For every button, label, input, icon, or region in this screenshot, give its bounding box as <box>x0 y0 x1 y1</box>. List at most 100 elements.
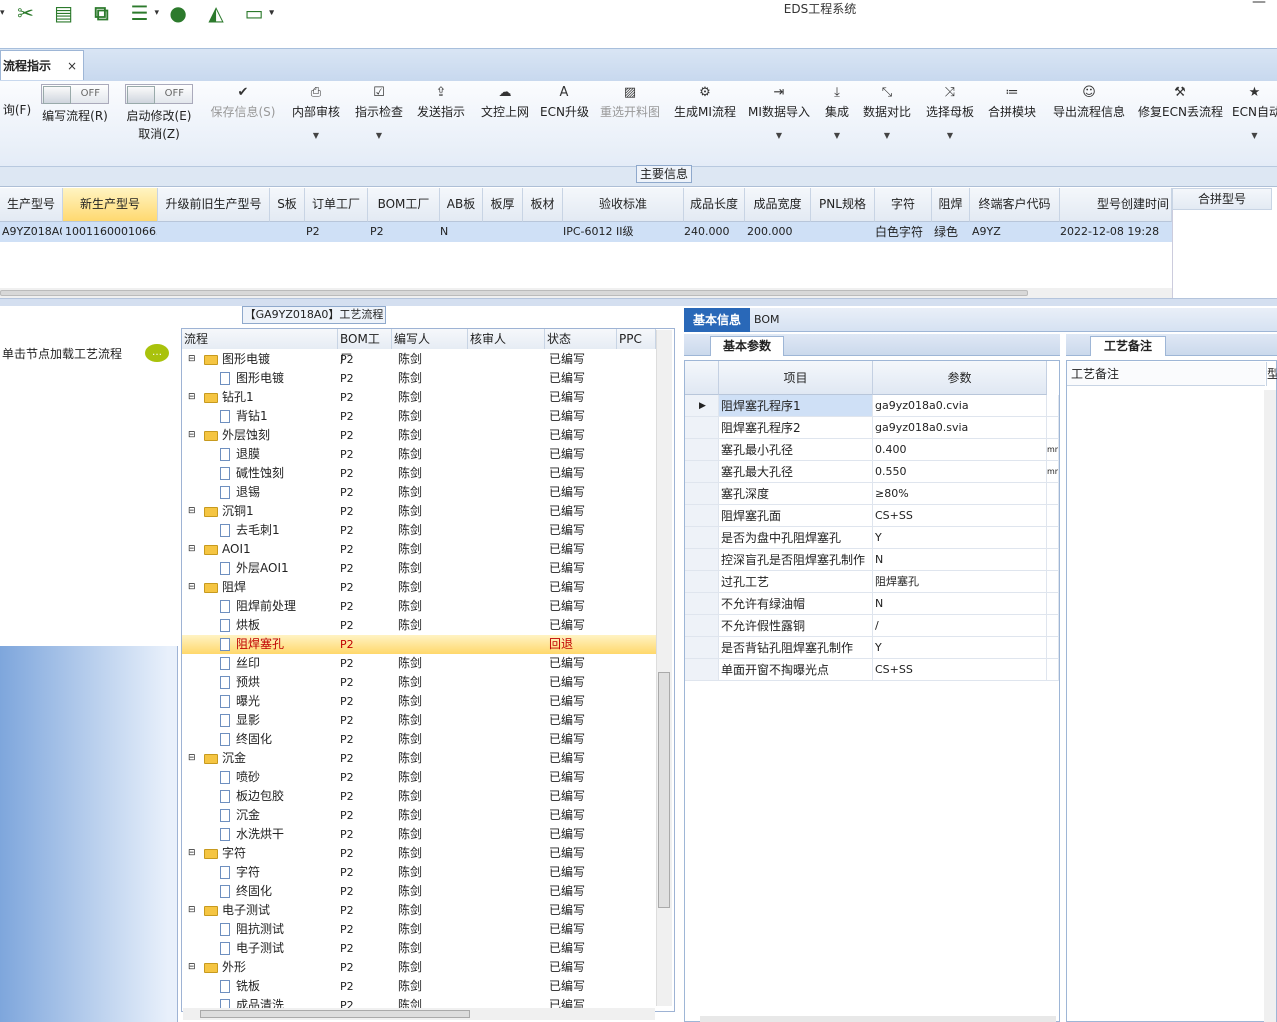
col-header[interactable]: BOM工厂 <box>368 188 440 222</box>
qat-dropdown-icon[interactable]: ▾ <box>0 8 5 18</box>
edit-flow-control[interactable]: OFF 编写流程(R) <box>40 81 110 161</box>
col-header[interactable]: 新生产型号 <box>63 188 158 222</box>
tab-bom[interactable]: BOM <box>754 308 784 332</box>
chart-icon[interactable]: ◭ <box>203 1 229 25</box>
col-header[interactable]: 终端客户代码 <box>970 188 1060 222</box>
user-icon[interactable]: ● <box>165 1 191 25</box>
tree-row[interactable]: 终固化 P2 陈剑 已编写 <box>182 730 656 749</box>
col-header[interactable]: 参数 <box>873 361 1047 395</box>
col-header[interactable]: 阻焊 <box>932 188 970 222</box>
tree-row[interactable]: 阻焊塞孔 P2 回退 <box>182 635 656 654</box>
tree-row[interactable]: 丝印 P2 陈剑 已编写 <box>182 654 656 673</box>
tree-row[interactable]: 烘板 P2 陈剑 已编写 <box>182 616 656 635</box>
param-row[interactable]: 不允许假性露铜 / <box>685 615 1059 637</box>
tree-row[interactable]: 钻孔1 P2 陈剑 已编写 ⊟ <box>182 388 656 407</box>
col-header[interactable]: 成品宽度 <box>745 188 811 222</box>
param-value[interactable]: CS+SS <box>875 509 913 522</box>
collapse-icon[interactable]: ⊟ <box>188 958 202 977</box>
col-header[interactable]: S板 <box>270 188 305 222</box>
tree-row[interactable]: 外层蚀刻 P2 陈剑 已编写 ⊟ <box>182 426 656 445</box>
tree-row[interactable]: 曝光 P2 陈剑 已编写 <box>182 692 656 711</box>
select-master-button[interactable]: ⤨ 选择母板 ▼ <box>924 81 976 161</box>
collapse-icon[interactable]: ⊟ <box>188 901 202 920</box>
tree-row[interactable]: 显影 P2 陈剑 已编写 <box>182 711 656 730</box>
param-value[interactable]: 0.400 <box>875 443 907 456</box>
col-header[interactable]: 板厚 <box>483 188 523 222</box>
col-header[interactable]: 板材 <box>523 188 563 222</box>
list-icon[interactable]: ☰ <box>127 1 153 25</box>
tree-row[interactable]: 字符 P2 陈剑 已编写 <box>182 863 656 882</box>
param-value[interactable]: 0.550 <box>875 465 907 478</box>
param-value[interactable]: ≥80% <box>875 487 909 500</box>
tree-row[interactable]: 阻焊 P2 陈剑 已编写 ⊟ <box>182 578 656 597</box>
integrate-button[interactable]: ⤓ 集成 ▼ <box>820 81 854 161</box>
tree-row[interactable]: 沉金 P2 陈剑 已编写 ⊟ <box>182 749 656 768</box>
param-value[interactable]: Y <box>875 641 882 654</box>
col-header[interactable]: 核审人 <box>468 329 545 349</box>
tree-row[interactable]: 退膜 P2 陈剑 已编写 <box>182 445 656 464</box>
internal-review-button[interactable]: ⎙ 内部审核 ▼ <box>290 81 342 161</box>
tree-row[interactable]: 终固化 P2 陈剑 已编写 <box>182 882 656 901</box>
tree-row[interactable]: 电子测试 P2 陈剑 已编写 ⊟ <box>182 901 656 920</box>
col-header[interactable]: 型号创建时间 <box>1060 188 1172 222</box>
start-modify-toggle[interactable]: OFF <box>125 84 193 104</box>
tree-row[interactable]: 铣板 P2 陈剑 已编写 <box>182 977 656 996</box>
col-header[interactable]: 生产型号 <box>0 188 63 222</box>
horizontal-scrollbar[interactable] <box>700 1016 1056 1022</box>
param-row[interactable]: 过孔工艺 阻焊塞孔 <box>685 571 1059 593</box>
gen-mi-button[interactable]: ⚙ 生成MI流程 <box>672 81 738 161</box>
col-header[interactable]: BOM工厂 <box>338 329 392 366</box>
ecn-upgrade-button[interactable]: A ECN升级 <box>540 81 589 161</box>
collapse-icon[interactable]: ⊟ <box>188 578 202 597</box>
tree-row[interactable]: 预烘 P2 陈剑 已编写 <box>182 673 656 692</box>
reselect-material-button[interactable]: ▨ 重选开料图 <box>598 81 662 161</box>
tree-row[interactable]: 沉铜1 P2 陈剑 已编写 ⊟ <box>182 502 656 521</box>
vertical-scrollbar[interactable] <box>1264 390 1276 1022</box>
tree-row[interactable]: 图形电镀 P2 陈剑 已编写 ⊟ <box>182 350 656 369</box>
tab-process-note[interactable]: 工艺备注 <box>1090 336 1166 356</box>
mi-import-button[interactable]: ⇥ MI数据导入 ▼ <box>747 81 811 161</box>
tree-row[interactable]: 阻抗测试 P2 陈剑 已编写 <box>182 920 656 939</box>
col-header[interactable]: 升级前旧生产型号 <box>158 188 270 222</box>
col-header[interactable]: 流程 <box>182 329 338 349</box>
minimize-icon[interactable]: — <box>1252 0 1266 10</box>
tree-row[interactable]: AOI1 P2 陈剑 已编写 ⊟ <box>182 540 656 559</box>
table-row[interactable]: A9YZ018A0 10011600010663 P2 P2 N IPC-601… <box>0 222 1172 242</box>
tab-basic-info[interactable]: 基本信息 <box>684 308 750 332</box>
save-info-button[interactable]: ✔ 保存信息(S) <box>208 81 278 161</box>
param-value[interactable]: / <box>875 619 879 632</box>
col-header[interactable]: 编写人 <box>392 329 468 349</box>
start-modify-control[interactable]: OFF 启动修改(E) 取消(Z) <box>125 81 193 161</box>
param-row[interactable]: ▶ 阻焊塞孔程序1 ga9yz018a0.cvia <box>685 395 1059 417</box>
send-indicator-button[interactable]: ⇪ 发送指示 <box>414 81 468 161</box>
tree-row[interactable]: 沉金 P2 陈剑 已编写 <box>182 806 656 825</box>
close-icon[interactable]: × <box>67 59 77 73</box>
param-value[interactable]: ga9yz018a0.cvia <box>875 399 969 412</box>
qat-more-icon[interactable]: ▾ <box>270 8 275 18</box>
param-row[interactable]: 不允许有绿油帽 N <box>685 593 1059 615</box>
param-value[interactable]: N <box>875 553 883 566</box>
tree-row[interactable]: 板边包胶 P2 陈剑 已编写 <box>182 787 656 806</box>
ecn-auto-button[interactable]: ★ ECN自动 ▼ <box>1232 81 1277 161</box>
collapse-icon[interactable]: ⊟ <box>188 540 202 559</box>
tree-row[interactable]: 电子测试 P2 陈剑 已编写 <box>182 939 656 958</box>
param-row[interactable]: 阻焊塞孔面 CS+SS <box>685 505 1059 527</box>
col-header[interactable]: 项目 <box>719 361 873 395</box>
save-icon[interactable]: ▤ <box>51 1 77 25</box>
col-header[interactable]: 状态 <box>545 329 617 349</box>
tree-row[interactable]: 水洗烘干 P2 陈剑 已编写 <box>182 825 656 844</box>
param-row[interactable]: 塞孔最小孔径 0.400 mm <box>685 439 1059 461</box>
col-header[interactable]: 订单工厂 <box>305 188 368 222</box>
param-value[interactable]: N <box>875 597 883 610</box>
tree-row[interactable]: 外层AOI1 P2 陈剑 已编写 <box>182 559 656 578</box>
cancel-label[interactable]: 取消(Z) <box>125 125 193 143</box>
param-row[interactable]: 控深盲孔是否阻焊塞孔制作 N <box>685 549 1059 571</box>
tree-row[interactable]: 图形电镀 P2 陈剑 已编写 <box>182 369 656 388</box>
param-value[interactable]: 阻焊塞孔 <box>875 575 919 588</box>
param-value[interactable]: Y <box>875 531 882 544</box>
param-row[interactable]: 塞孔深度 ≥80% <box>685 483 1059 505</box>
collapse-icon[interactable]: ⊟ <box>188 388 202 407</box>
tree-row[interactable]: 碱性蚀刻 P2 陈剑 已编写 <box>182 464 656 483</box>
tree-row[interactable]: 喷砂 P2 陈剑 已编写 <box>182 768 656 787</box>
doc-upload-button[interactable]: ☁ 文控上网 <box>478 81 532 161</box>
